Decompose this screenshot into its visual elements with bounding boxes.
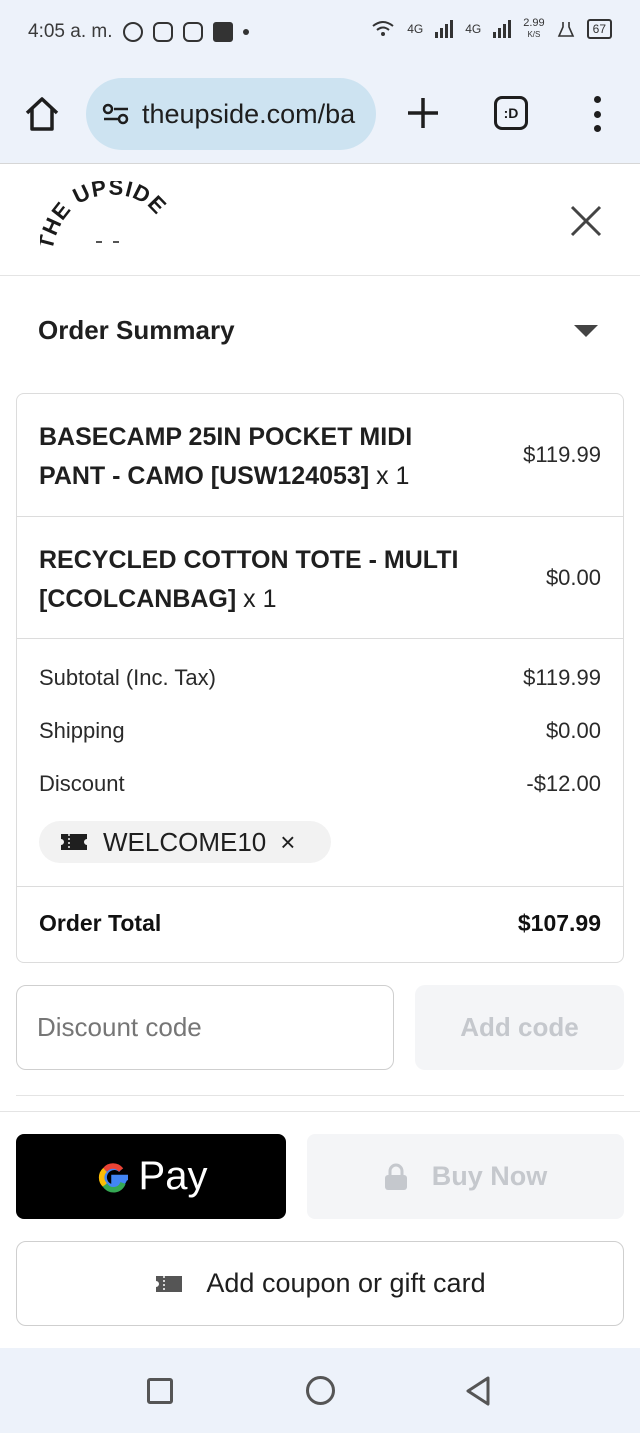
- discount-value: -$12.00: [526, 771, 601, 796]
- item-title: BASECAMP 25IN POCKET MIDI PANT - CAMO [U…: [39, 423, 413, 490]
- svg-text:THE UPSIDE: THE UPSIDE: [40, 181, 172, 252]
- item-quantity: x 1: [376, 462, 410, 490]
- buy-now-button[interactable]: Buy Now: [307, 1134, 624, 1219]
- logo-text: THE UPSIDE: [40, 181, 171, 252]
- divider: [0, 1111, 640, 1112]
- buy-now-label: Buy Now: [431, 1161, 548, 1191]
- add-coupon-label: Add coupon or gift card: [206, 1268, 486, 1298]
- status-bar: 4:05 a. m. 4G 4G 2.99 K/S 67: [0, 0, 640, 64]
- applied-coupon-chip: WELCOME10 ×: [39, 821, 331, 863]
- shipping-label: Shipping: [39, 718, 125, 743]
- close-icon[interactable]: [568, 203, 604, 239]
- instagram-icon: [182, 22, 203, 42]
- network-label: 4G: [465, 22, 482, 36]
- recent-apps-icon[interactable]: [147, 1378, 173, 1404]
- subtotal-row: Subtotal (Inc. Tax) $119.99: [39, 665, 601, 695]
- system-navigation-bar: [0, 1348, 640, 1433]
- ticket-icon: [156, 1275, 183, 1292]
- the-upside-logo[interactable]: THE UPSIDE: [40, 181, 180, 261]
- line-item: BASECAMP 25IN POCKET MIDI PANT - CAMO [U…: [17, 394, 623, 517]
- notification-dot-icon: [242, 29, 249, 35]
- tab-switcher-button[interactable]: :D: [494, 96, 528, 130]
- home-circle-icon[interactable]: [306, 1376, 335, 1405]
- google-g-icon: [98, 1162, 128, 1193]
- discount-code-input[interactable]: [16, 985, 394, 1070]
- order-summary-toggle[interactable]: Order Summary: [0, 277, 640, 387]
- line-item-name: RECYCLED COTTON TOTE - MULTI [CCOLCANBAG…: [39, 541, 479, 619]
- lab-flask-icon: [557, 22, 574, 37]
- chevron-down-icon[interactable]: [574, 325, 598, 337]
- site-header: THE UPSIDE: [0, 165, 640, 276]
- url-text: theupside.com/ba: [142, 98, 356, 129]
- totals-section: Subtotal (Inc. Tax) $119.99 Shipping $0.…: [17, 639, 623, 887]
- status-time: 4:05 a. m.: [28, 21, 113, 42]
- line-item-price: $119.99: [523, 442, 601, 467]
- instagram-icon: [152, 22, 173, 42]
- add-code-button[interactable]: Add code: [415, 985, 624, 1070]
- order-total-row: Order Total $107.99: [39, 910, 601, 937]
- lock-icon: [384, 1163, 407, 1190]
- ticket-icon: [61, 834, 87, 850]
- home-icon[interactable]: [22, 94, 62, 134]
- shipping-value: $0.00: [545, 718, 601, 743]
- subtotal-label: Subtotal (Inc. Tax): [39, 665, 216, 690]
- add-coupon-gift-card-button[interactable]: Add coupon or gift card: [16, 1241, 624, 1326]
- item-quantity: x 1: [243, 585, 277, 613]
- wifi-icon: [372, 21, 394, 36]
- remove-coupon-icon[interactable]: ×: [280, 827, 295, 858]
- order-total-value: $107.99: [517, 910, 601, 936]
- google-pay-button[interactable]: Pay: [16, 1134, 286, 1219]
- subtotal-value: $119.99: [523, 665, 601, 690]
- site-settings-icon[interactable]: [102, 103, 130, 125]
- network-label: 4G: [407, 22, 424, 36]
- address-bar[interactable]: theupside.com/ba: [86, 78, 376, 150]
- new-tab-icon[interactable]: [404, 94, 442, 132]
- shipping-row: Shipping $0.00: [39, 718, 601, 748]
- browser-toolbar: theupside.com/ba :D: [0, 64, 640, 164]
- coupon-code: WELCOME10: [103, 826, 267, 857]
- order-summary-title: Order Summary: [38, 315, 235, 345]
- google-pay-label: Pay: [138, 1154, 208, 1198]
- line-item-price: $0.00: [545, 565, 601, 590]
- line-item: RECYCLED COTTON TOTE - MULTI [CCOLCANBAG…: [17, 517, 623, 639]
- battery-icon: 67: [586, 19, 612, 39]
- whatsapp-icon: [122, 22, 143, 42]
- discount-row: Discount -$12.00: [39, 771, 601, 801]
- back-icon[interactable]: [465, 1376, 491, 1406]
- order-total-label: Order Total: [39, 910, 162, 936]
- line-item-name: BASECAMP 25IN POCKET MIDI PANT - CAMO [U…: [39, 418, 479, 496]
- signal-icon: [493, 20, 512, 38]
- overflow-menu-icon[interactable]: [590, 96, 604, 132]
- data-speed: 2.99 K/S: [523, 17, 545, 40]
- signal-icon: [435, 20, 454, 38]
- facebook-icon: [212, 22, 233, 42]
- divider: [16, 1095, 624, 1096]
- discount-label: Discount: [39, 771, 125, 796]
- order-summary-card: BASECAMP 25IN POCKET MIDI PANT - CAMO [U…: [16, 393, 624, 963]
